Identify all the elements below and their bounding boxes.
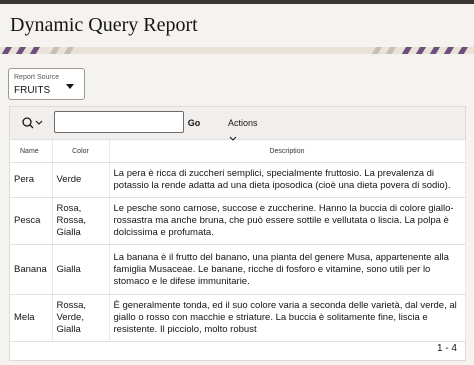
table-row: Pesca Rosa, Rossa, Gialla Le pesche sono…: [10, 197, 466, 245]
cell-description: Le pesche sono carnose, succose e zucche…: [109, 197, 466, 245]
page-title: Dynamic Query Report: [10, 14, 198, 36]
cell-name: Pesca: [10, 197, 53, 245]
column-header-name[interactable]: Name: [10, 140, 53, 163]
table-row: Banana Gialla La banana è il frutto del …: [10, 244, 466, 295]
report-footer: 1 - 4: [10, 338, 465, 360]
search-icon: [22, 117, 43, 129]
actions-label: Actions: [228, 118, 258, 128]
table-row: Mela Rossa, Verde, Gialla È generalmente…: [10, 294, 466, 342]
cell-name: Banana: [10, 244, 53, 295]
report-source-value: FRUITS: [14, 85, 51, 96]
cell-description: La pera è ricca di zuccheri semplici, sp…: [109, 162, 466, 198]
cell-color: Gialla: [52, 244, 110, 295]
cell-color: Rosa, Rossa, Gialla: [52, 197, 110, 245]
decorative-banner: [0, 44, 474, 54]
interactive-report: Go Actions Name Color Description Pera V…: [9, 106, 466, 361]
go-button[interactable]: Go: [186, 115, 202, 131]
column-header-description[interactable]: Description: [109, 140, 466, 163]
report-toolbar: Go Actions: [10, 107, 465, 141]
cell-name: Mela: [10, 294, 53, 342]
search-column-button[interactable]: [20, 115, 46, 131]
cell-description: È generalmente tonda, ed il suo colore v…: [109, 294, 466, 342]
cell-name: Pera: [10, 162, 53, 198]
pagination-label: 1 - 4: [436, 343, 457, 354]
search-input[interactable]: [54, 111, 184, 133]
report-source-select[interactable]: Report Source FRUITS: [8, 68, 85, 100]
column-header-color[interactable]: Color: [52, 140, 110, 163]
report-table: Name Color Description Pera Verde La per…: [10, 140, 466, 342]
top-bar: [0, 0, 474, 4]
cell-description: La banana è il frutto del banano, una pi…: [109, 244, 466, 295]
table-row: Pera Verde La pera è ricca di zuccheri s…: [10, 162, 466, 198]
table-header-row: Name Color Description: [10, 140, 466, 163]
caret-down-icon: [66, 84, 74, 89]
actions-menu-button[interactable]: Actions: [228, 115, 268, 141]
cell-color: Rossa, Verde, Gialla: [52, 294, 110, 342]
cell-color: Verde: [52, 162, 110, 198]
report-source-label: Report Source: [14, 74, 60, 81]
